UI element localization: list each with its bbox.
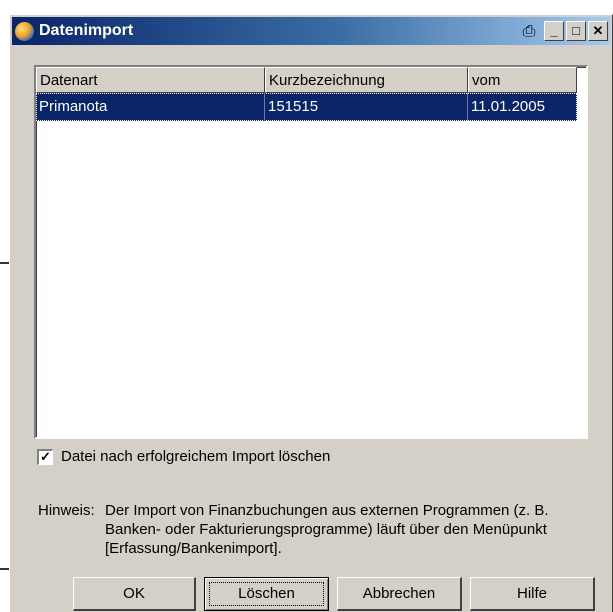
app-globe-icon: [15, 22, 34, 41]
list-header: Datenart Kurzbezeichnung vom: [36, 67, 586, 93]
background-edge-mark: [0, 262, 9, 264]
column-header-kurzbezeichnung[interactable]: Kurzbezeichnung: [265, 67, 468, 93]
hint-label: Hinweis:: [38, 502, 95, 519]
cell-datenart: Primanota: [36, 93, 265, 121]
cell-vom: 11.01.2005: [471, 98, 545, 115]
table-row[interactable]: Primanota 151515 11.01.2005: [36, 93, 577, 121]
printer-icon[interactable]: ⎙: [518, 22, 540, 41]
help-button-label: Hilfe: [516, 585, 547, 602]
close-button[interactable]: ✕: [588, 21, 608, 41]
minimize-button[interactable]: _: [544, 21, 564, 41]
ok-button-label: OK: [123, 585, 145, 602]
delete-button[interactable]: Löschen: [204, 577, 329, 611]
maximize-button[interactable]: □: [566, 21, 586, 41]
ok-button[interactable]: OK: [73, 577, 196, 611]
background-edge-mark: [0, 568, 9, 570]
checkbox-label: Datei nach erfolgreichem Import löschen: [61, 448, 331, 465]
window-title: Datenimport: [39, 22, 134, 39]
cancel-button[interactable]: Abbrechen: [337, 577, 462, 611]
delete-after-import-checkbox[interactable]: ✓: [37, 449, 53, 465]
cancel-button-label: Abbrechen: [362, 585, 436, 602]
title-bar[interactable]: Datenimport ⎙ _ □ ✕: [12, 17, 610, 45]
cell-kurzbezeichnung: 151515: [265, 93, 468, 121]
delete-button-label: Löschen: [238, 585, 295, 602]
column-header-vom[interactable]: vom: [468, 67, 577, 93]
datenimport-dialog: Datenimport ⎙ _ □ ✕ Datenart Kurzbezeich…: [9, 14, 613, 612]
column-header-datenart[interactable]: Datenart: [36, 67, 265, 93]
import-list[interactable]: Datenart Kurzbezeichnung vom Primanota 1…: [34, 65, 588, 439]
help-button[interactable]: Hilfe: [470, 577, 595, 611]
hint-text: Der Import von Finanzbuchungen aus exter…: [105, 502, 549, 557]
